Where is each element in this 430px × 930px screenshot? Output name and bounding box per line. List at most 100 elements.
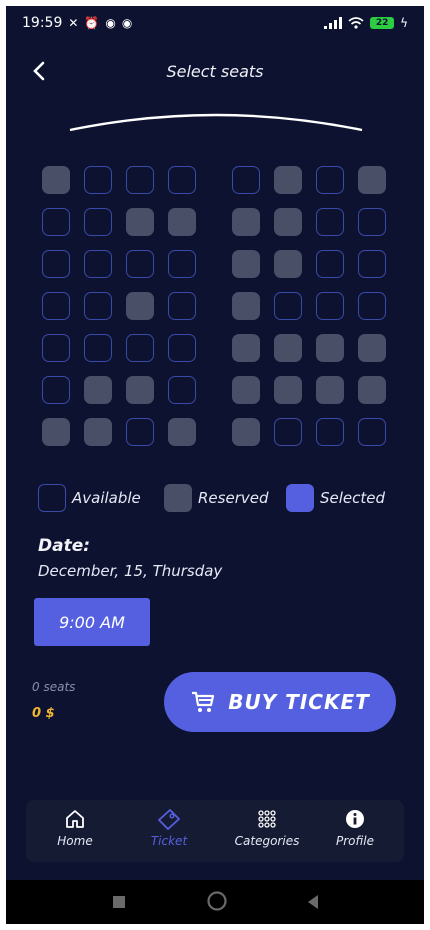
seat-available[interactable] (126, 418, 154, 446)
back-system-icon[interactable] (306, 894, 320, 910)
seat-reserved (168, 418, 196, 446)
header: Select seats (6, 50, 424, 94)
legend-label-available: Available (72, 489, 141, 507)
nav-home[interactable]: Home (30, 808, 120, 856)
seat-reserved (84, 376, 112, 404)
legend-label-selected: Selected (320, 489, 386, 507)
home-system-icon[interactable] (206, 890, 228, 912)
seat-available[interactable] (42, 292, 70, 320)
nav-profile[interactable]: Profile (310, 808, 400, 856)
bluetooth-off-icon: ✕ (68, 16, 79, 30)
seat-available[interactable] (126, 250, 154, 278)
home-icon (66, 810, 84, 828)
seat-available[interactable] (274, 418, 302, 446)
seat-reserved (316, 376, 344, 404)
seat-available[interactable] (358, 250, 386, 278)
seat-reserved (126, 208, 154, 236)
seat-reserved (274, 334, 302, 362)
seat-available[interactable] (316, 418, 344, 446)
seat-reserved (42, 166, 70, 194)
nav-ticket[interactable]: Ticket (124, 808, 214, 856)
seat-reserved (232, 334, 260, 362)
seat-available[interactable] (232, 166, 260, 194)
system-nav-bar (6, 880, 424, 924)
legend-box-reserved (164, 484, 192, 512)
seat-available[interactable] (316, 250, 344, 278)
battery-icon: 22 (370, 17, 395, 29)
seat-available[interactable] (358, 208, 386, 236)
recent-apps-icon[interactable] (112, 895, 126, 909)
app-icon: ◉ (105, 16, 116, 30)
nav-categories[interactable]: Categories (222, 808, 312, 856)
seat-reserved (274, 376, 302, 404)
seat-available[interactable] (274, 292, 302, 320)
seat-available[interactable] (42, 376, 70, 404)
seat-grid (42, 166, 392, 466)
seat-available[interactable] (168, 334, 196, 362)
signal-icon (324, 17, 343, 29)
seat-available[interactable] (42, 334, 70, 362)
seat-reserved (126, 292, 154, 320)
status-bar: 19:59 ✕ ⏰ ◉ ◉ 22 ϟ (6, 6, 424, 40)
seat-reserved (274, 250, 302, 278)
seat-count: 0 seats (32, 680, 76, 694)
seat-available[interactable] (168, 250, 196, 278)
seat-available[interactable] (84, 250, 112, 278)
seat-reserved (232, 250, 260, 278)
seat-reserved (358, 166, 386, 194)
alarm-icon: ⏰ (84, 16, 100, 30)
seat-reserved (232, 376, 260, 404)
buy-ticket-button[interactable]: BUY TICKET (164, 672, 396, 732)
legend-label-reserved: Reserved (198, 489, 269, 507)
seat-reserved (126, 376, 154, 404)
seat-available[interactable] (84, 208, 112, 236)
seat-reserved (274, 166, 302, 194)
seat-legend: Available Reserved Selected (38, 484, 398, 516)
status-left: 19:59 ✕ ⏰ ◉ ◉ (22, 15, 132, 31)
seat-available[interactable] (42, 208, 70, 236)
seat-available[interactable] (84, 292, 112, 320)
seat-available[interactable] (84, 166, 112, 194)
seat-available[interactable] (358, 292, 386, 320)
page-title: Select seats (166, 62, 264, 81)
nav-label-home: Home (57, 834, 93, 848)
seat-available[interactable] (168, 292, 196, 320)
status-time: 19:59 (22, 15, 63, 31)
ticket-icon (158, 809, 180, 830)
phone-screen: 19:59 ✕ ⏰ ◉ ◉ 22 ϟ Select seats Availabl… (6, 6, 424, 924)
total-price: 0 $ (32, 706, 55, 721)
legend-reserved: Reserved (164, 484, 269, 512)
seat-available[interactable] (316, 208, 344, 236)
seat-available[interactable] (358, 418, 386, 446)
wifi-icon (348, 17, 364, 29)
seat-available[interactable] (126, 166, 154, 194)
date-value: December, 15, Thursday (38, 562, 223, 580)
nav-label-categories: Categories (234, 834, 300, 848)
time-slot-button[interactable]: 9:00 AM (34, 598, 150, 646)
seat-reserved (232, 418, 260, 446)
cart-icon (192, 691, 215, 712)
info-icon (346, 810, 364, 828)
seat-available[interactable] (42, 250, 70, 278)
nav-label-profile: Profile (336, 834, 374, 848)
buy-ticket-label: BUY TICKET (228, 690, 370, 714)
seat-reserved (42, 418, 70, 446)
seat-available[interactable] (168, 166, 196, 194)
screen-indicator (69, 113, 363, 132)
bottom-nav: Home Ticket Categories Profile (26, 800, 404, 862)
seat-available[interactable] (168, 376, 196, 404)
legend-box-selected (286, 484, 314, 512)
seat-available[interactable] (316, 292, 344, 320)
status-right: 22 ϟ (324, 16, 408, 30)
nav-label-ticket: Ticket (150, 834, 188, 848)
seat-available[interactable] (316, 166, 344, 194)
legend-box-available (38, 484, 66, 512)
seat-reserved (358, 334, 386, 362)
legend-selected: Selected (286, 484, 385, 512)
seat-reserved (316, 334, 344, 362)
seat-available[interactable] (126, 334, 154, 362)
seat-available[interactable] (84, 334, 112, 362)
seat-reserved (84, 418, 112, 446)
seat-reserved (274, 208, 302, 236)
legend-available: Available (38, 484, 141, 512)
